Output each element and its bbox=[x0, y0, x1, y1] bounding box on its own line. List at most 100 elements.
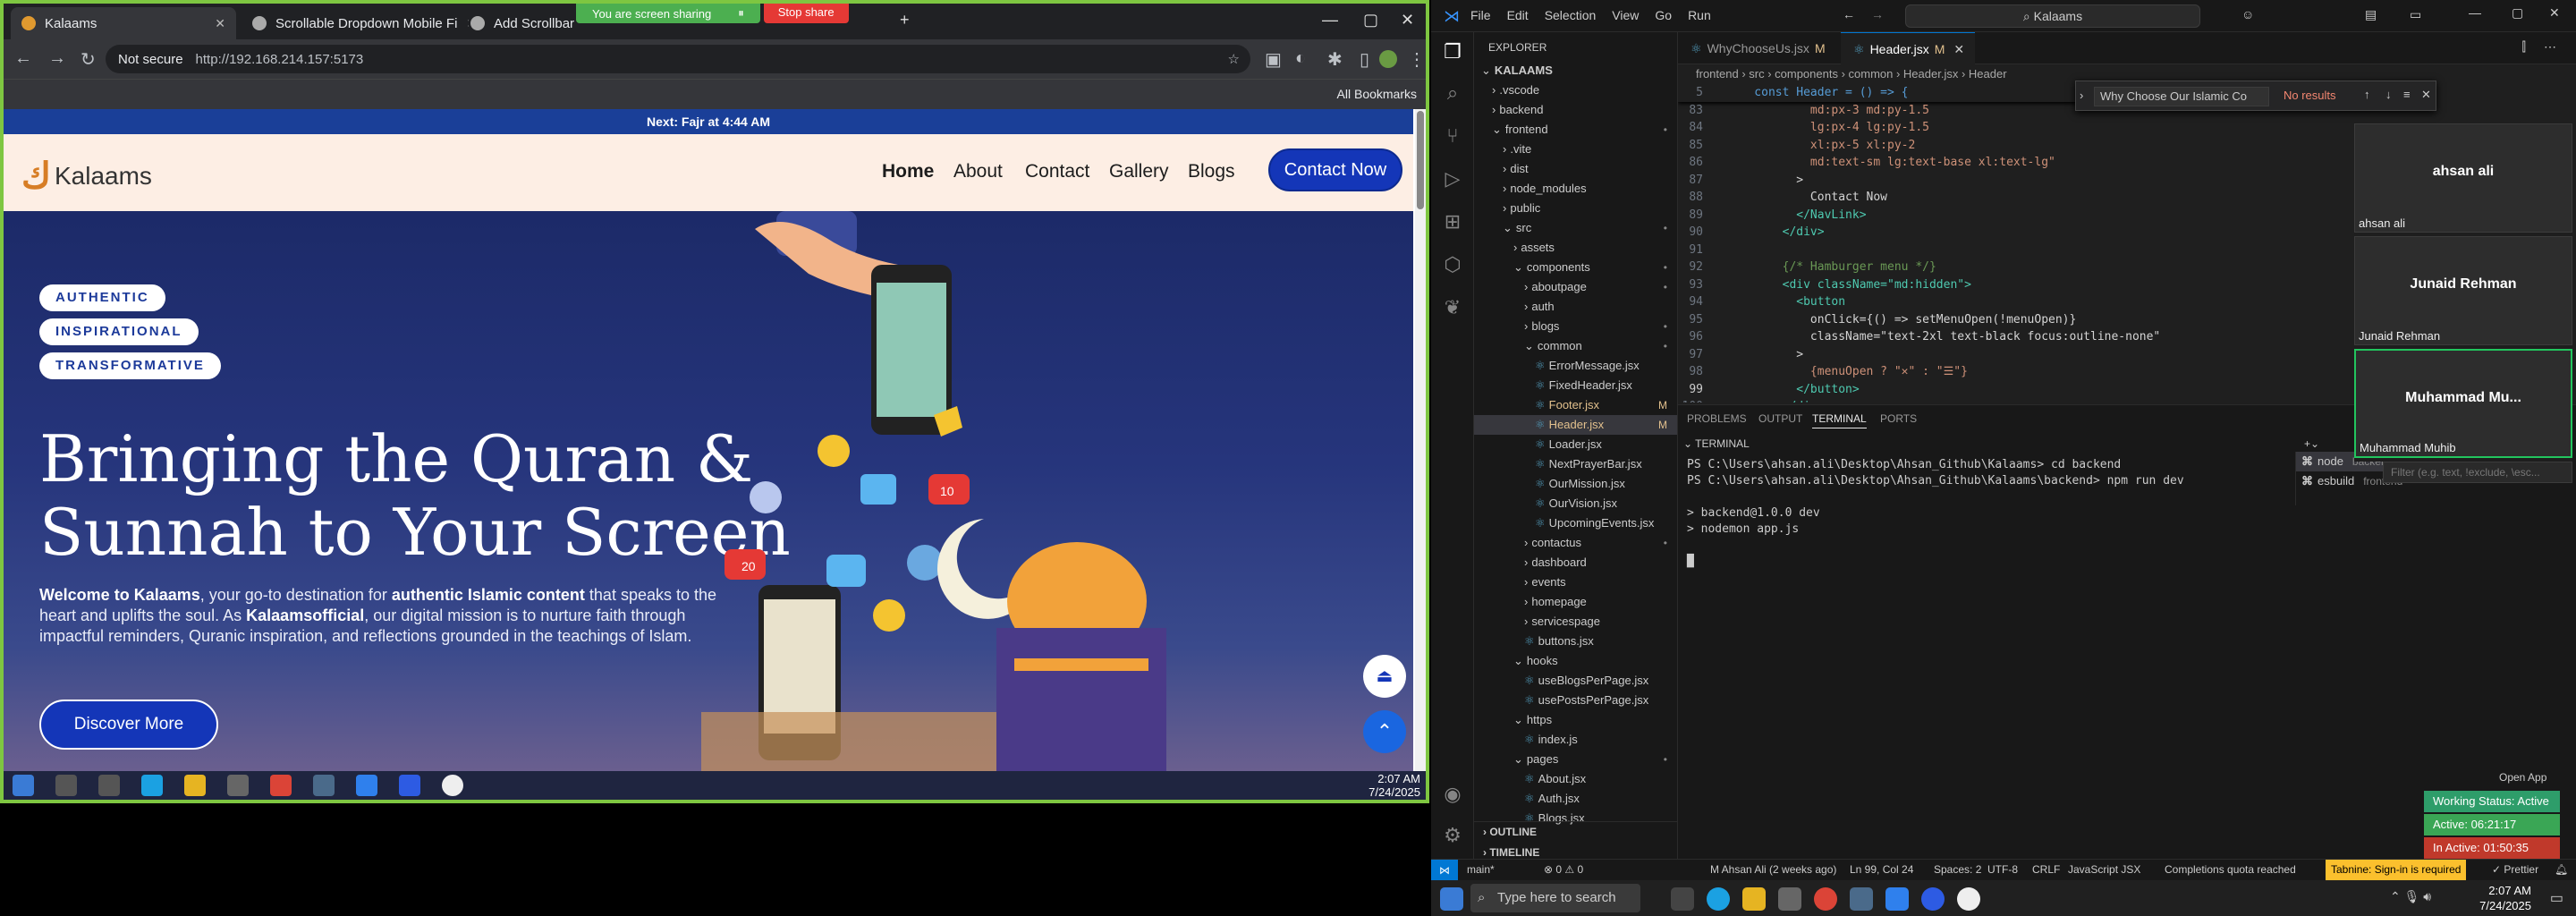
nav-about[interactable]: About bbox=[953, 161, 1003, 182]
menu-view[interactable]: View bbox=[1612, 8, 1639, 22]
scroll-top-icon[interactable]: ⌃ bbox=[1363, 710, 1406, 753]
scrollbar-thumb[interactable] bbox=[1417, 111, 1424, 209]
code-line[interactable]: 88 Contact Now bbox=[1678, 189, 2367, 207]
tree-file[interactable]: ⚛ usePostsPerPage.jsx bbox=[1474, 691, 1677, 710]
chrome-icon[interactable] bbox=[1814, 887, 1837, 911]
task-view-icon[interactable] bbox=[1671, 887, 1694, 911]
arrow-up-icon[interactable]: ↑ bbox=[2364, 88, 2370, 101]
copilot-icon[interactable]: ☺ bbox=[2241, 7, 2254, 21]
tree-folder[interactable]: ⌄ https bbox=[1474, 710, 1677, 730]
nav-home[interactable]: Home bbox=[882, 161, 934, 182]
all-bookmarks[interactable]: All Bookmarks bbox=[1337, 87, 1417, 101]
menu-edit[interactable]: Edit bbox=[1507, 8, 1529, 22]
language-mode[interactable]: JavaScript JSX bbox=[2068, 863, 2140, 876]
tree-folder[interactable]: › .vscode bbox=[1474, 81, 1677, 100]
more-actions-icon[interactable]: ⋯ bbox=[2544, 39, 2556, 55]
tree-folder[interactable]: ⌄ common • bbox=[1474, 336, 1677, 356]
code-line[interactable]: 89 </NavLink> bbox=[1678, 207, 2367, 225]
selection-icon[interactable]: ≡ bbox=[2403, 88, 2411, 101]
code-line[interactable]: 96 className="text-2xl text-black focus:… bbox=[1678, 328, 2367, 346]
profile-avatar[interactable] bbox=[1379, 50, 1397, 68]
tree-file[interactable]: ⚛ NextPrayerBar.jsx bbox=[1474, 454, 1677, 474]
nav-contact[interactable]: Contact bbox=[1025, 161, 1089, 182]
extensions-icon[interactable]: ⊞ bbox=[1442, 211, 1463, 233]
store-icon[interactable] bbox=[227, 775, 249, 796]
remote-icon[interactable]: ⋈ bbox=[1431, 860, 1458, 881]
tree-folder[interactable]: ⌄ KALAAMS bbox=[1474, 61, 1677, 81]
task-view-icon[interactable] bbox=[98, 775, 120, 796]
command-center-search[interactable]: ⌕ Kalaams bbox=[1905, 4, 2200, 28]
menu-run[interactable]: Run bbox=[1688, 8, 1711, 22]
code-line[interactable]: 90 </div> bbox=[1678, 224, 2367, 242]
chrome-icon[interactable] bbox=[270, 775, 292, 796]
stop-share-button[interactable]: Stop share bbox=[763, 4, 849, 23]
chevron-right-icon[interactable]: › bbox=[2080, 89, 2083, 102]
code-line[interactable]: 97 > bbox=[1678, 346, 2367, 364]
encoding[interactable]: UTF-8 bbox=[1987, 863, 2018, 876]
copilot-quota[interactable]: Completions quota reached bbox=[2165, 863, 2296, 876]
upload-fab-icon[interactable]: ⏏ bbox=[1363, 655, 1406, 698]
tab-terminal[interactable]: TERMINAL bbox=[1812, 412, 1867, 428]
app-icon[interactable] bbox=[313, 775, 335, 796]
tree-folder[interactable]: › servicespage bbox=[1474, 612, 1677, 632]
file-explorer-icon[interactable] bbox=[1742, 887, 1766, 911]
tree-folder[interactable]: › contactus • bbox=[1474, 533, 1677, 553]
maximize-icon[interactable]: ▢ bbox=[2512, 5, 2523, 21]
discover-more-button[interactable]: Discover More bbox=[39, 700, 218, 750]
tree-folder[interactable]: › node_modules bbox=[1474, 179, 1677, 199]
tree-file[interactable]: ⚛ Footer.jsx M bbox=[1474, 395, 1677, 415]
code-line[interactable]: 85 xl:px-5 xl:py-2 bbox=[1678, 137, 2367, 155]
split-view-icon[interactable]: ▯ bbox=[1360, 48, 1369, 71]
tray-icons[interactable]: ⌃ 🎙︎ 🔊︎ bbox=[2390, 889, 2431, 904]
tree-folder[interactable]: ⌄ hooks bbox=[1474, 651, 1677, 671]
windows-start-icon[interactable] bbox=[1440, 887, 1463, 911]
edge-icon[interactable] bbox=[141, 775, 163, 796]
extension-icon[interactable]: ▣ bbox=[1265, 48, 1282, 71]
code-line[interactable]: 94 <button bbox=[1678, 293, 2367, 311]
windows-start-icon[interactable] bbox=[13, 775, 34, 796]
tree-folder[interactable]: › homepage bbox=[1474, 592, 1677, 612]
tree-folder[interactable]: › backend bbox=[1474, 100, 1677, 120]
tab-kalaams[interactable]: Kalaams ✕ bbox=[11, 7, 236, 39]
url-input[interactable]: Not secure http://192.168.214.157:5173 ☆ bbox=[106, 45, 1250, 73]
code-line[interactable]: 99 </button> bbox=[1678, 381, 2367, 399]
tree-file[interactable]: ⚛ OurVision.jsx bbox=[1474, 494, 1677, 513]
code-editor[interactable]: 5 const Header = () => {83 md:px-3 md:py… bbox=[1678, 84, 2367, 403]
tabnine-status[interactable]: Tabnine: Sign-in is required bbox=[2326, 860, 2467, 880]
forward-icon[interactable]: → bbox=[48, 48, 66, 69]
tree-folder[interactable]: › events bbox=[1474, 572, 1677, 592]
not-secure-label[interactable]: Not secure bbox=[118, 52, 183, 67]
code-line[interactable]: 100 </div> bbox=[1678, 398, 2367, 403]
tree-folder[interactable]: › auth bbox=[1474, 297, 1677, 317]
back-icon[interactable]: ← bbox=[1843, 7, 1855, 21]
store-icon[interactable] bbox=[1778, 887, 1801, 911]
problems-count[interactable]: ⊗ 0 ⚠ 0 bbox=[1544, 863, 1583, 876]
notification-icon[interactable]: ▭ bbox=[2550, 889, 2563, 907]
tree-folder[interactable]: › public bbox=[1474, 199, 1677, 218]
tree-file[interactable]: ⚛ index.js bbox=[1474, 730, 1677, 750]
taskbar-clock[interactable]: 2:07 AM 7/24/2025 bbox=[2479, 883, 2531, 913]
outline-section[interactable]: › OUTLINE bbox=[1474, 822, 1677, 843]
minimize-icon[interactable]: — bbox=[1322, 11, 1338, 30]
code-line[interactable]: 95 onClick={() => setMenuOpen(!menuOpen)… bbox=[1678, 311, 2367, 329]
participant-tile[interactable]: Junaid Rehman Junaid Rehman bbox=[2354, 236, 2572, 345]
terminal-output[interactable]: PS C:\Users\ahsan.ali\Desktop\Ahsan_Gith… bbox=[1687, 457, 2224, 725]
open-app-button[interactable]: Open App bbox=[2499, 771, 2546, 784]
forward-icon[interactable]: → bbox=[1871, 7, 1884, 21]
new-tab-icon[interactable]: + bbox=[900, 11, 910, 30]
contact-now-button[interactable]: Contact Now bbox=[1268, 148, 1402, 191]
search-icon[interactable] bbox=[55, 775, 77, 796]
panel-toggle-icon[interactable]: ▭ bbox=[2410, 7, 2421, 22]
layout-icon[interactable]: ▤ bbox=[2365, 7, 2377, 22]
puzzle-icon[interactable]: ✱ bbox=[1327, 48, 1343, 71]
nav-gallery[interactable]: Gallery bbox=[1109, 161, 1169, 182]
code-line[interactable]: 92 {/* Hamburger menu */} bbox=[1678, 259, 2367, 276]
app-icon[interactable] bbox=[442, 775, 463, 796]
close-icon[interactable]: ✕ bbox=[2421, 88, 2431, 102]
tree-folder[interactable]: › dist bbox=[1474, 159, 1677, 179]
split-editor-icon[interactable]: ⫿ bbox=[2522, 39, 2526, 55]
tree-file[interactable]: ⚛ buttons.jsx bbox=[1474, 632, 1677, 651]
participant-tile[interactable]: Muhammad Mu... Muhammad Muhib bbox=[2354, 349, 2572, 458]
tree-file[interactable]: ⚛ UpcomingEvents.jsx bbox=[1474, 513, 1677, 533]
arrow-down-icon[interactable]: ↓ bbox=[2385, 88, 2392, 101]
